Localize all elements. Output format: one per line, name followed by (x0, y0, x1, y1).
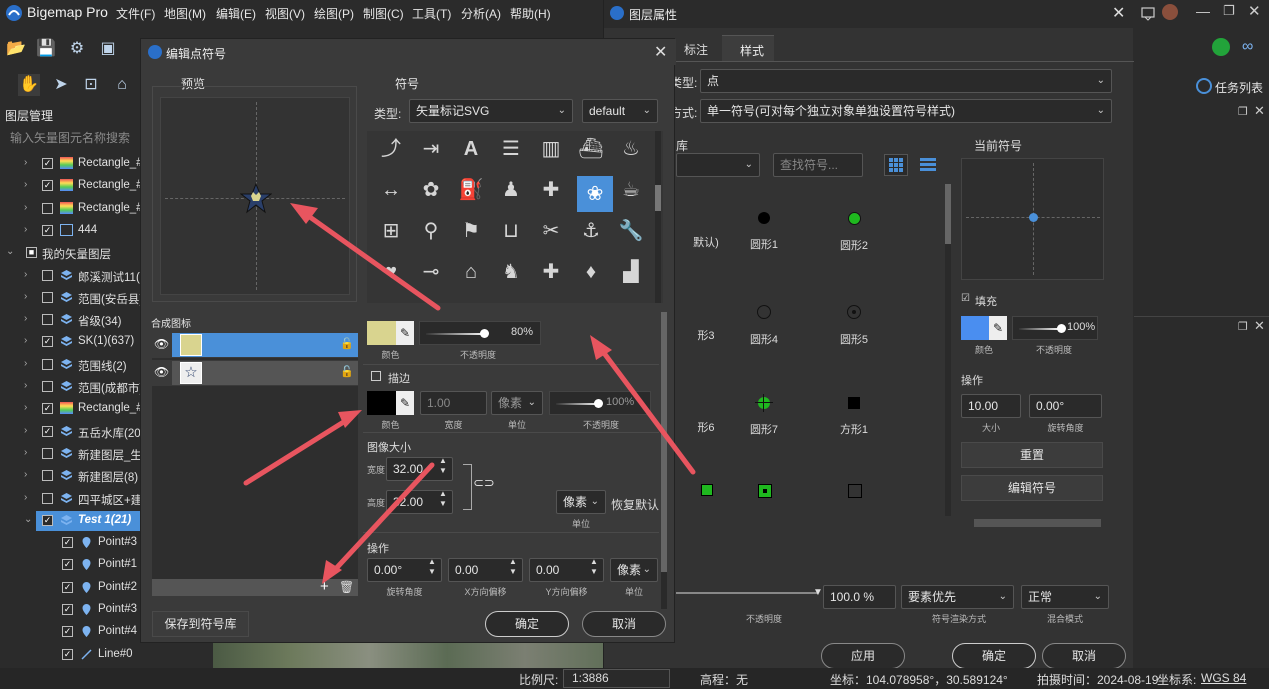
crs-link[interactable]: WGS 84 (1201, 671, 1246, 685)
capture-time-readout: 拍摄时间：2024-08-19 (1037, 673, 1159, 687)
scale-label: 比例尺: (519, 673, 559, 687)
arrow-to-add (327, 462, 435, 578)
coordinate-readout: 坐标：104.078958°，30.589124° (830, 673, 1008, 687)
arrow-to-preview (297, 207, 441, 311)
arrow-to-stroke (243, 415, 353, 486)
elevation-readout: 高程：无 (700, 673, 749, 687)
scale-input[interactable]: 1:3886 (563, 669, 670, 688)
status-bar: 比例尺: 1:3886 高程：无 坐标：104.078958°，30.58912… (0, 668, 1269, 689)
annotation-arrows-overlay (243, 203, 696, 584)
arrow-to-color (595, 342, 696, 475)
crs-label: 坐标系: (1157, 673, 1197, 687)
